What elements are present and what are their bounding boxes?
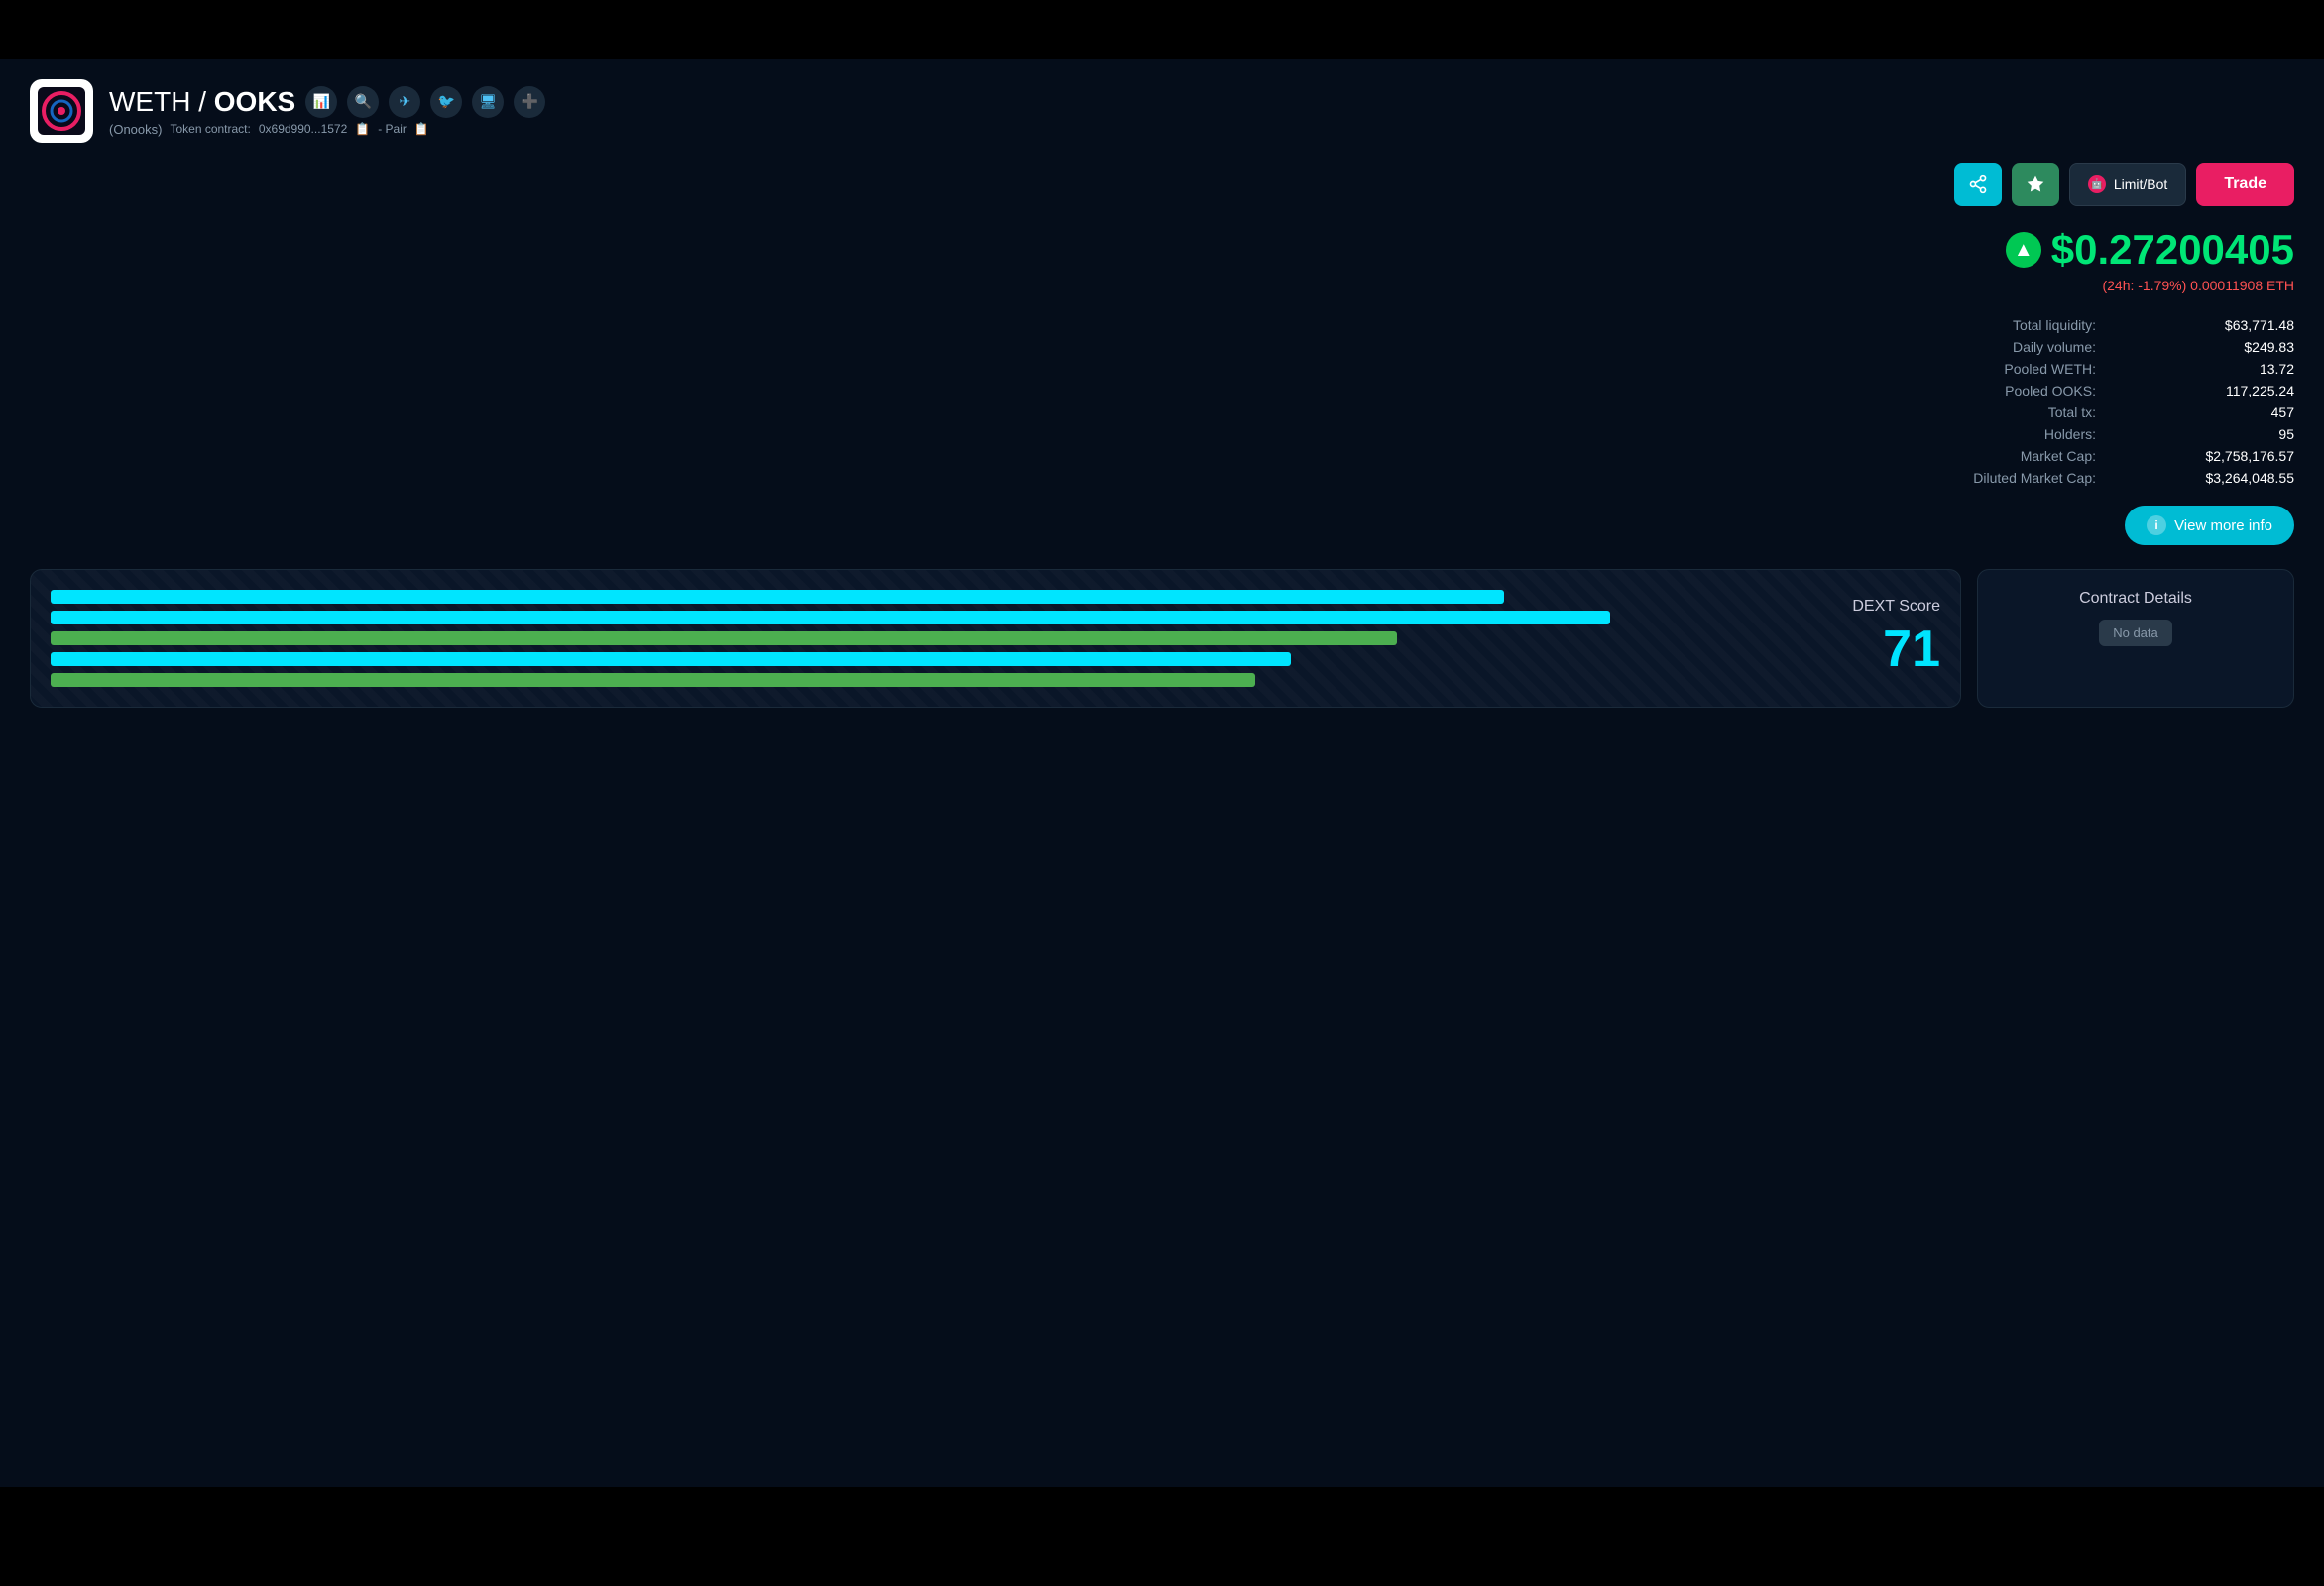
stats-label: Market Cap: [1937,448,2096,464]
stats-value: 117,225.24 [2136,383,2294,398]
contract-address: 0x69d990...1572 [259,122,347,136]
stats-label: Pooled OOKS: [1937,383,2096,398]
pair-copy-icon[interactable]: 📋 [414,122,429,136]
stats-label: Holders: [1937,426,2096,442]
token-sub-row: (Onooks) Token contract: 0x69d990...1572… [109,122,545,137]
dext-label: DEXT Score [1852,598,1940,616]
contract-copy-icon[interactable]: 📋 [355,122,370,136]
stats-row: Daily volume: $249.83 [30,339,2294,355]
stats-label: Total tx: [1937,404,2096,420]
pair-label: - Pair [378,122,407,136]
stats-label: Diluted Market Cap: [1937,470,2096,486]
dext-bar [51,590,1504,604]
stats-label: Total liquidity: [1937,317,2096,333]
chart-button[interactable]: 📊 [305,86,337,118]
stats-row: Holders: 95 [30,426,2294,442]
stats-value: 95 [2136,426,2294,442]
contract-title: Contract Details [1998,590,2273,608]
share-button[interactable] [1954,163,2002,206]
view-more-row: i View more info [30,506,2294,545]
stats-row: Pooled OOKS: 117,225.24 [30,383,2294,398]
token-pair-label: WETH / OOKS [109,86,295,118]
dext-bar [51,673,1255,687]
top-bar [0,0,2324,59]
info-circle-icon: i [2147,515,2166,535]
stats-label: Daily volume: [1937,339,2096,355]
stats-label: Pooled WETH: [1937,361,2096,377]
stats-value: 457 [2136,404,2294,420]
stats-row: Market Cap: $2,758,176.57 [30,448,2294,464]
dext-card: DEXT Score 71 [30,569,1961,708]
limitbot-label: Limit/Bot [2114,176,2167,192]
contract-label: Token contract: [170,122,250,136]
actions-row: 🤖 Limit/Bot Trade [30,163,2294,206]
trade-button[interactable]: Trade [2196,163,2294,206]
dext-bar [51,652,1291,666]
limitbot-button[interactable]: 🤖 Limit/Bot [2069,163,2186,206]
price-value: $0.27200405 [2051,226,2294,274]
price-section: ▲ $0.27200405 (24h: -1.79%) 0.00011908 E… [30,226,2294,293]
token-full-name: (Onooks) [109,122,162,137]
limitbot-icon: 🤖 [2088,175,2106,193]
price-row: ▲ $0.27200405 [2006,226,2294,274]
dext-score-section: DEXT Score 71 [1852,598,1940,679]
view-more-label: View more info [2174,517,2272,534]
twitter-button[interactable]: 🐦 [430,86,462,118]
add-button[interactable]: ➕ [514,86,545,118]
dext-score: 71 [1883,620,1940,679]
header-row: WETH / OOKS 📊 🔍 ✈ 🐦 🖥 ➕ (Onooks) Token c… [30,79,2294,143]
moonscan-button[interactable]: 🔍 [347,86,379,118]
stats-value: $249.83 [2136,339,2294,355]
stats-value: $3,264,048.55 [2136,470,2294,486]
stats-row: Diluted Market Cap: $3,264,048.55 [30,470,2294,486]
stats-row: Total liquidity: $63,771.48 [30,317,2294,333]
view-more-button[interactable]: i View more info [2125,506,2294,545]
token-logo [30,79,93,143]
stats-value: $2,758,176.57 [2136,448,2294,464]
dext-bars [51,590,1852,687]
stats-value: 13.72 [2136,361,2294,377]
monitor-button[interactable]: 🖥 [472,86,504,118]
token-name-row: WETH / OOKS 📊 🔍 ✈ 🐦 🖥 ➕ [109,86,545,118]
contract-card: Contract Details No data [1977,569,2294,708]
dext-card-inner: DEXT Score 71 [51,590,1940,687]
no-data-badge: No data [2099,620,2172,646]
bottom-cards: DEXT Score 71 Contract Details No data [30,569,2294,708]
price-up-icon: ▲ [2006,232,2041,268]
dext-bar [51,631,1397,645]
stats-value: $63,771.48 [2136,317,2294,333]
bottom-spacer [0,1487,2324,1586]
price-change: (24h: -1.79%) 0.00011908 ETH [2102,278,2294,293]
main-content: WETH / OOKS 📊 🔍 ✈ 🐦 🖥 ➕ (Onooks) Token c… [0,59,2324,1487]
stats-row: Pooled WETH: 13.72 [30,361,2294,377]
favorite-button[interactable] [2012,163,2059,206]
stats-row: Total tx: 457 [30,404,2294,420]
stats-table: Total liquidity: $63,771.48 Daily volume: $… [30,317,2294,486]
dext-bar [51,611,1610,624]
token-info: WETH / OOKS 📊 🔍 ✈ 🐦 🖥 ➕ (Onooks) Token c… [109,86,545,137]
telegram-button[interactable]: ✈ [389,86,420,118]
